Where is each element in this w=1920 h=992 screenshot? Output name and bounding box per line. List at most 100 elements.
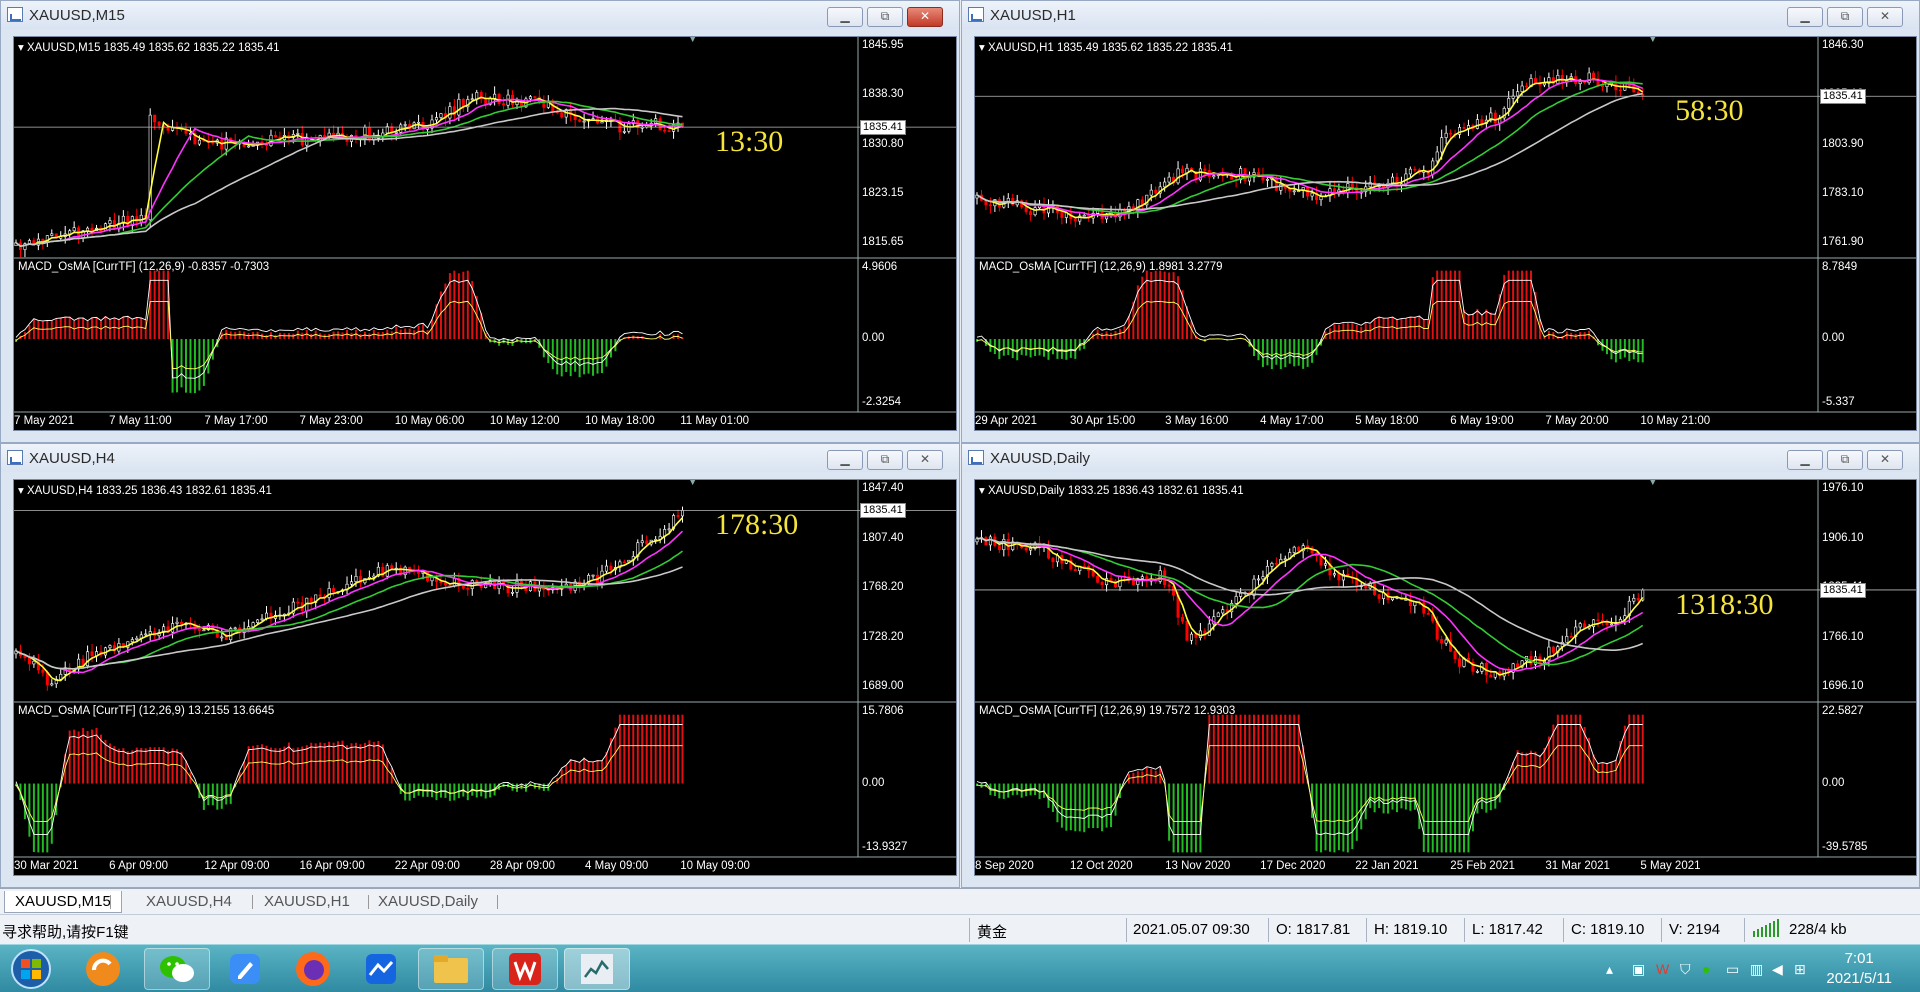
time-axis-label: 5 May 18:00 <box>1355 415 1419 427</box>
price-axis-label: 1766.10 <box>1822 630 1864 643</box>
terminal-app: XAUUSD,M15 ▁ ⧉ ✕ ▾ XAUUSD,M15 1835.49 1835.6… <box>0 0 1920 992</box>
tray-show-hidden-icon[interactable]: ▴ <box>1606 961 1613 978</box>
chart-shift-marker[interactable]: ▼ <box>1647 37 1658 45</box>
time-axis-label: 7 May 17:00 <box>204 415 268 427</box>
chart-canvas[interactable]: ▾ XAUUSD,H4 1833.25 1836.43 1832.61 1835… <box>13 479 957 876</box>
tray-network-icon[interactable]: ▥ <box>1750 961 1763 978</box>
chart-canvas[interactable]: ▾ XAUUSD,M15 1835.49 1835.62 1835.22 183… <box>13 36 957 431</box>
tray-shield-icon[interactable]: ⛉ <box>1680 961 1691 978</box>
price-axis-label: 1846.30 <box>1822 39 1864 51</box>
macd-scale-label: 15.7806 <box>862 705 904 717</box>
window-titlebar[interactable]: XAUUSD,Daily ▁ ⧉ ✕ <box>962 444 1919 472</box>
time-axis-label: 12 Oct 2020 <box>1070 860 1133 872</box>
time-axis-label: 11 May 01:00 <box>680 415 750 427</box>
price-axis-label: 1783.10 <box>1822 186 1864 199</box>
tab-xauusd-m15[interactable]: XAUUSD,M15 <box>4 891 122 913</box>
sync-app-icon[interactable] <box>70 948 136 990</box>
time-axis-label: 10 May 18:00 <box>585 415 655 427</box>
maximize-button[interactable]: ⧉ <box>867 450 903 470</box>
time-axis-label: 12 Apr 09:00 <box>204 860 270 872</box>
tray-app-icon[interactable]: ▣ <box>1632 961 1645 978</box>
status-volume: V: 2194 <box>1669 921 1721 938</box>
chart-header-quote: ▾ XAUUSD,H1 1835.49 1835.62 1835.22 1835… <box>979 42 1233 54</box>
mt4-terminal-icon[interactable] <box>564 948 630 990</box>
minimize-button[interactable]: ▁ <box>827 450 863 470</box>
close-button[interactable]: ✕ <box>1867 7 1903 27</box>
chart-window-h4: XAUUSD,H4 ▁ ⧉ ✕ ▾ XAUUSD,H4 1833.25 1836.43 … <box>0 443 960 888</box>
close-button[interactable]: ✕ <box>907 450 943 470</box>
minimize-button[interactable]: ▁ <box>1787 7 1823 27</box>
window-title: XAUUSD,H4 <box>29 450 115 467</box>
macd-indicator-header: MACD_OsMA [CurrTF] (12,26,9) 13.2155 13.… <box>18 705 275 717</box>
price-axis-label: 1838.30 <box>862 88 904 101</box>
price-axis-label: 1976.10 <box>1822 482 1864 494</box>
price-axis-label: 1689.00 <box>862 680 904 692</box>
price-axis-label: 1768.20 <box>862 581 904 593</box>
time-axis-label: 25 Feb 2021 <box>1450 860 1515 872</box>
time-axis-label: 10 May 09:00 <box>680 860 750 872</box>
status-datetime: 2021.05.07 09:30 <box>1133 921 1250 938</box>
chart-window-icon <box>7 7 23 22</box>
current-price-tag: 1835.41 <box>1820 89 1866 105</box>
chart-header-quote: ▾ XAUUSD,Daily 1833.25 1836.43 1832.61 1… <box>979 485 1244 497</box>
chart-header-quote: ▾ XAUUSD,H4 1833.25 1836.43 1832.61 1835… <box>18 485 272 497</box>
status-high: H: 1819.10 <box>1374 921 1448 938</box>
tray-device-icon[interactable]: ▭ <box>1726 961 1739 978</box>
window-titlebar[interactable]: XAUUSD,H1 ▁ ⧉ ✕ <box>962 1 1919 29</box>
current-price-tag: 1835.41 <box>860 120 906 136</box>
maximize-button[interactable]: ⧉ <box>867 7 903 27</box>
wps-icon[interactable] <box>492 948 558 990</box>
taskbar-clock[interactable]: 7:01 2021/5/11 <box>1826 949 1892 989</box>
price-axis-label: 1906.10 <box>1822 531 1864 544</box>
time-axis-label: 4 May 09:00 <box>585 860 649 872</box>
time-axis-label: 7 May 23:00 <box>299 415 363 427</box>
macd-scale-label: -2.3254 <box>862 396 902 408</box>
chart-shift-marker[interactable]: ▼ <box>1647 480 1658 488</box>
chart-shift-marker[interactable]: ▼ <box>687 37 698 45</box>
window-titlebar[interactable]: XAUUSD,H4 ▁ ⧉ ✕ <box>1 444 959 472</box>
macd-scale-label: 0.00 <box>862 332 885 345</box>
start-button[interactable] <box>0 948 62 990</box>
time-axis-label: 7 May 2021 <box>14 415 75 427</box>
time-axis-label: 29 Apr 2021 <box>975 415 1038 427</box>
window-title: XAUUSD,H1 <box>990 7 1076 24</box>
firefox-icon[interactable] <box>280 948 346 990</box>
close-button[interactable]: ✕ <box>1867 450 1903 470</box>
maximize-button[interactable]: ⧉ <box>1827 450 1863 470</box>
file-explorer-icon[interactable] <box>418 948 484 990</box>
minimize-button[interactable]: ▁ <box>827 7 863 27</box>
feishu-docs-icon[interactable] <box>212 948 278 990</box>
chart-svg <box>14 480 956 858</box>
current-price-tag: 1835.41 <box>1820 582 1866 598</box>
tray-wps-icon[interactable]: W <box>1656 961 1669 977</box>
wechat-icon[interactable] <box>144 948 210 990</box>
chart-header-quote: ▾ XAUUSD,M15 1835.49 1835.62 1835.22 183… <box>18 42 280 54</box>
macd-scale-label: 0.00 <box>862 776 885 789</box>
time-axis-label: 6 May 19:00 <box>1450 415 1514 427</box>
time-axis-label: 13 Nov 2020 <box>1165 860 1231 872</box>
connection-bars-icon[interactable] <box>1752 919 1782 941</box>
time-axis-label: 5 May 2021 <box>1640 860 1701 872</box>
lark-icon[interactable] <box>348 948 414 990</box>
macd-scale-label: 0.00 <box>1822 776 1845 789</box>
price-axis-label: 1696.10 <box>1822 680 1864 692</box>
macd-scale-label: -5.337 <box>1822 396 1855 408</box>
close-button[interactable]: ✕ <box>907 7 943 27</box>
macd-indicator-header: MACD_OsMA [CurrTF] (12,26,9) -0.8357 -0.… <box>18 261 270 273</box>
tab-xauusd-h4[interactable]: XAUUSD,H4 <box>136 891 242 913</box>
window-titlebar[interactable]: XAUUSD,M15 ▁ ⧉ ✕ <box>1 1 959 29</box>
maximize-button[interactable]: ⧉ <box>1827 7 1863 27</box>
tray-volume-icon[interactable]: ◀ <box>1772 961 1783 978</box>
time-axis-label: 30 Apr 15:00 <box>1070 415 1136 427</box>
tray-wechat-icon[interactable]: ● <box>1702 961 1710 977</box>
tab-xauusd-daily[interactable]: XAUUSD,Daily <box>368 891 488 913</box>
tab-xauusd-h1[interactable]: XAUUSD,H1 <box>254 891 360 913</box>
clock-date: 2021/5/11 <box>1826 970 1892 987</box>
tray-input-icon[interactable]: ⊞ <box>1794 961 1806 978</box>
time-axis-label: 10 May 12:00 <box>489 415 560 427</box>
chart-canvas[interactable]: ▾ XAUUSD,H1 1835.49 1835.62 1835.22 1835… <box>974 36 1917 431</box>
chart-shift-marker[interactable]: ▼ <box>687 480 698 488</box>
chart-canvas[interactable]: ▾ XAUUSD,Daily 1833.25 1836.43 1832.61 1… <box>974 479 1917 876</box>
minimize-button[interactable]: ▁ <box>1787 450 1823 470</box>
macd-scale-label: 0.00 <box>1822 332 1845 345</box>
